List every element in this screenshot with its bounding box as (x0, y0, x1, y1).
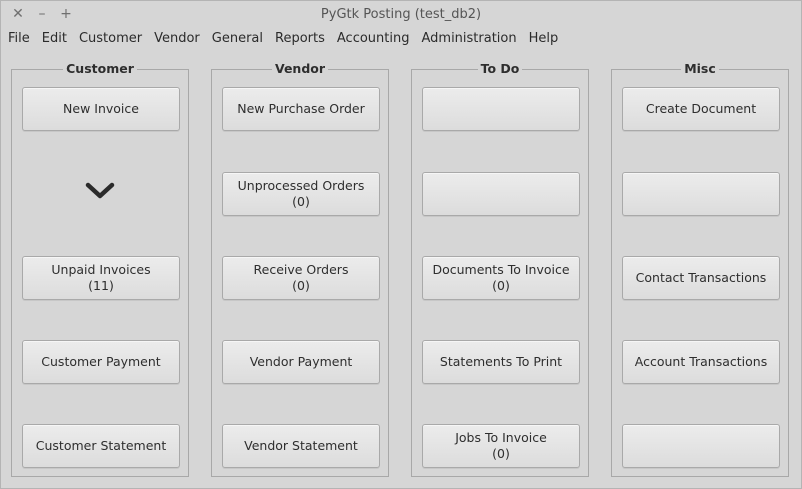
button-count: (0) (292, 194, 310, 209)
menu-customer[interactable]: Customer (73, 28, 148, 50)
window-title: PyGtk Posting (test_db2) (320, 7, 482, 22)
misc-frame-title: Misc (681, 61, 719, 76)
statements-to-print-button[interactable]: Statements To Print (422, 340, 580, 384)
menu-reports[interactable]: Reports (269, 28, 331, 50)
todo-blank-button-1[interactable] (422, 87, 580, 131)
documents-to-invoice-button[interactable]: Documents To Invoice (0) (422, 256, 580, 300)
customer-statement-button[interactable]: Customer Statement (22, 424, 180, 468)
button-label: Unprocessed Orders (237, 178, 365, 193)
menu-help[interactable]: Help (523, 28, 565, 50)
app-window: ✕ – + PyGtk Posting (test_db2) File Edit… (0, 0, 802, 489)
menu-edit[interactable]: Edit (36, 28, 73, 50)
customer-payment-button[interactable]: Customer Payment (22, 340, 180, 384)
menu-bar: File Edit Customer Vendor General Report… (1, 28, 801, 50)
button-count: (11) (88, 278, 114, 293)
button-label: Customer Payment (41, 354, 161, 369)
button-label: Create Document (645, 101, 757, 116)
misc-frame: Misc Create Document Contact Transaction… (611, 61, 789, 477)
todo-frame-title: To Do (477, 61, 523, 76)
button-count: (0) (492, 278, 510, 293)
jobs-to-invoice-button[interactable]: Jobs To Invoice (0) (422, 424, 580, 468)
misc-blank-button-2[interactable] (622, 424, 780, 468)
button-label: Unpaid Invoices (51, 262, 151, 277)
account-transactions-button[interactable]: Account Transactions (622, 340, 780, 384)
vendor-frame-title: Vendor (271, 61, 329, 76)
button-label: Receive Orders (253, 262, 349, 277)
button-count: (0) (292, 278, 310, 293)
menu-vendor[interactable]: Vendor (148, 28, 206, 50)
button-label: Jobs To Invoice (455, 430, 547, 445)
vendor-statement-button[interactable]: Vendor Statement (222, 424, 380, 468)
button-label: Vendor Statement (244, 438, 358, 453)
button-label: Customer Statement (35, 438, 167, 453)
menu-accounting[interactable]: Accounting (331, 28, 416, 50)
menu-file[interactable]: File (1, 28, 36, 50)
button-count: (0) (492, 446, 510, 461)
menu-administration[interactable]: Administration (415, 28, 522, 50)
button-label: Documents To Invoice (432, 262, 570, 277)
contact-transactions-button[interactable]: Contact Transactions (622, 256, 780, 300)
button-label: Vendor Payment (249, 354, 353, 369)
unprocessed-orders-button[interactable]: Unprocessed Orders (0) (222, 172, 380, 216)
button-label: Statements To Print (439, 354, 563, 369)
button-label: Account Transactions (634, 354, 768, 369)
title-bar[interactable]: ✕ – + PyGtk Posting (test_db2) (1, 1, 801, 28)
new-purchase-order-button[interactable]: New Purchase Order (222, 87, 380, 131)
button-label: New Purchase Order (237, 101, 365, 116)
menu-general[interactable]: General (206, 28, 269, 50)
unpaid-invoices-button[interactable]: Unpaid Invoices (11) (22, 256, 180, 300)
chevron-down-icon[interactable] (12, 180, 188, 206)
create-document-button[interactable]: Create Document (622, 87, 780, 131)
todo-frame: To Do Documents To Invoice (0) Statement… (411, 61, 589, 477)
button-label: New Invoice (63, 101, 139, 116)
todo-blank-button-2[interactable] (422, 172, 580, 216)
new-invoice-button[interactable]: New Invoice (22, 87, 180, 131)
vendor-frame: Vendor New Purchase Order Unprocessed Or… (211, 61, 389, 477)
receive-orders-button[interactable]: Receive Orders (0) (222, 256, 380, 300)
customer-frame: Customer New Invoice Unpaid Invoices (11… (11, 61, 189, 477)
button-label: Contact Transactions (635, 270, 767, 285)
vendor-payment-button[interactable]: Vendor Payment (222, 340, 380, 384)
misc-blank-button-1[interactable] (622, 172, 780, 216)
customer-frame-title: Customer (63, 61, 137, 76)
